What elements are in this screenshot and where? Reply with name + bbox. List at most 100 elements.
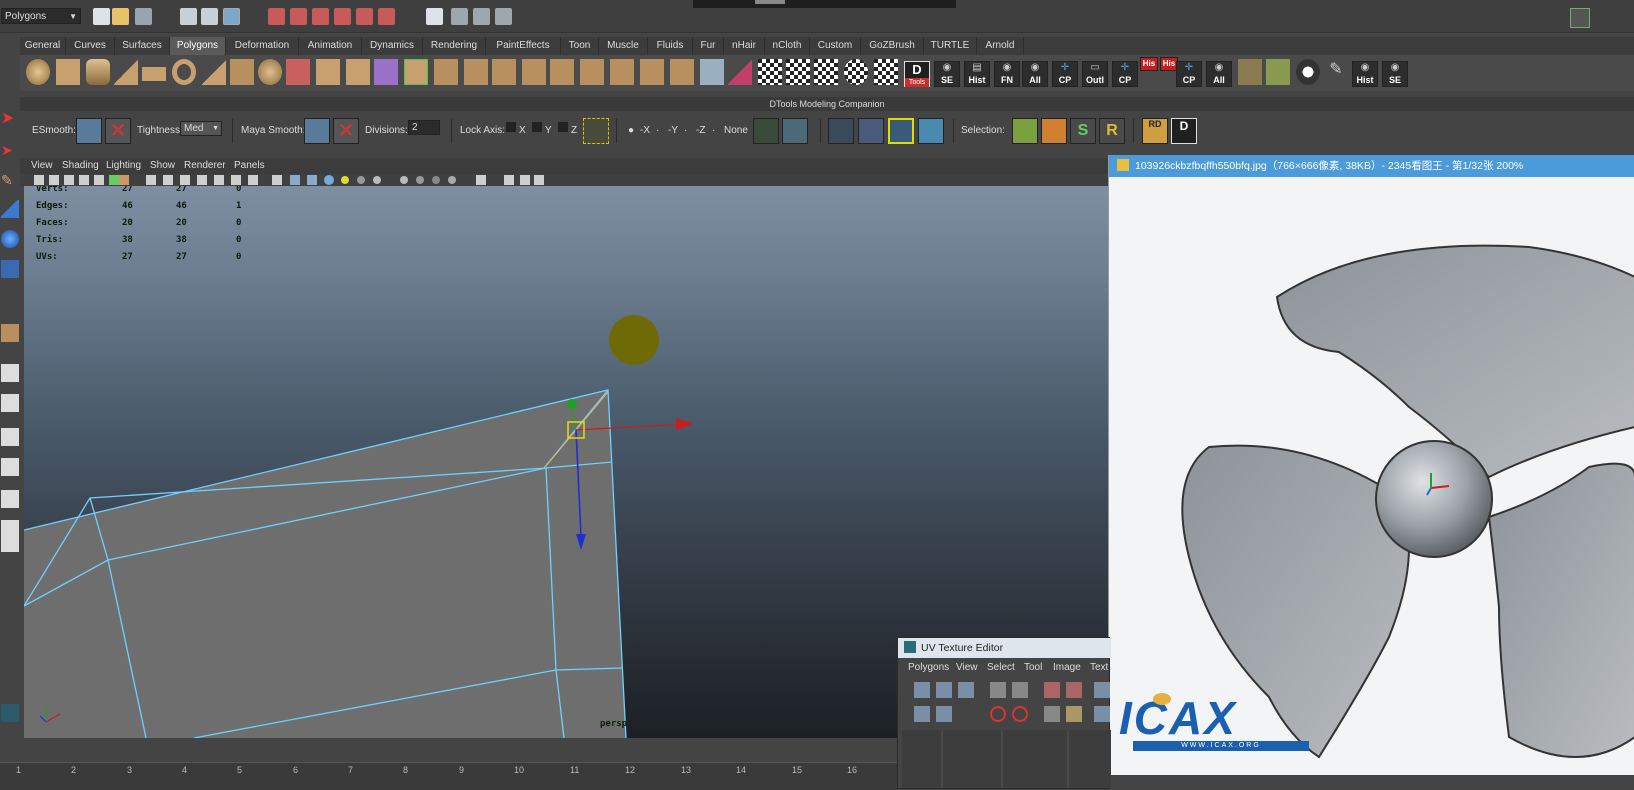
tab-curves[interactable]: Curves — [66, 37, 115, 55]
cp-button-3[interactable]: ✛ CP — [1176, 61, 1202, 87]
uv-checker-3-icon[interactable] — [814, 59, 838, 85]
layout-side-icon[interactable] — [1, 428, 19, 446]
uv-checker-4-icon[interactable] — [874, 59, 898, 85]
tab-arnold[interactable]: Arnold — [977, 37, 1024, 55]
extrude-icon[interactable] — [434, 59, 458, 85]
poly-helix-icon[interactable] — [286, 59, 310, 85]
none-label[interactable]: None — [724, 125, 748, 136]
vertex-select-icon[interactable] — [583, 118, 609, 144]
bridge-icon[interactable] — [404, 59, 428, 85]
time-slider[interactable]: 1 2 3 4 5 6 7 8 9 10 11 12 13 14 15 16 — [0, 762, 897, 790]
uv-toolbar[interactable] — [898, 678, 1111, 788]
select-hierarchy-icon[interactable] — [180, 8, 197, 25]
neg-z-label[interactable]: -Z — [696, 125, 705, 136]
menu-lighting[interactable]: Lighting — [106, 160, 141, 171]
hist-button-2[interactable]: ◉ Hist — [1352, 61, 1378, 87]
layout-outliner-icon[interactable] — [1, 490, 19, 508]
uv-menu-image[interactable]: Image — [1053, 662, 1081, 673]
esmooth-apply-icon[interactable] — [76, 118, 102, 144]
all-button[interactable]: ◉ All — [1022, 61, 1048, 87]
combine-icon[interactable] — [316, 59, 340, 85]
neg-x-label[interactable]: -X — [640, 125, 650, 136]
image-viewer-window[interactable]: 103926ckbzfbqffh550bfq.jpg（766×666像素, 38… — [1108, 155, 1634, 775]
grid-select-icon[interactable] — [753, 118, 779, 144]
se-button-2[interactable]: ◉ SE — [1382, 61, 1408, 87]
radio-dot-icon[interactable]: · — [712, 125, 715, 136]
tab-deformation[interactable]: Deformation — [226, 37, 299, 55]
uv-menu-text[interactable]: Text — [1090, 662, 1108, 673]
tab-muscle[interactable]: Muscle — [599, 37, 648, 55]
uv-sphere-checker-icon[interactable] — [844, 59, 868, 85]
snap-curve-icon[interactable] — [290, 8, 307, 25]
fn-button[interactable]: ◉ FN — [994, 61, 1020, 87]
poke-icon[interactable] — [580, 59, 604, 85]
uv-menu-view[interactable]: View — [956, 662, 978, 673]
separate-icon[interactable] — [346, 59, 370, 85]
extract-icon[interactable] — [640, 59, 664, 85]
hist-button[interactable]: ▤ Hist — [964, 61, 990, 87]
layout-single-icon[interactable] — [1, 364, 19, 382]
poly-cylinder-icon[interactable] — [86, 59, 110, 85]
uv-menu-polygons[interactable]: Polygons — [908, 662, 949, 673]
layout-icon[interactable] — [828, 118, 854, 144]
lock-y-checkbox[interactable] — [532, 122, 542, 132]
maya-smooth-remove-icon[interactable]: ✕ — [333, 118, 359, 144]
poly-soccer-ball-icon[interactable] — [258, 59, 282, 85]
fill-hole-icon[interactable] — [670, 59, 694, 85]
snap-grid-icon[interactable] — [268, 8, 285, 25]
radio-dot-icon[interactable]: · — [656, 125, 659, 136]
tab-dynamics[interactable]: Dynamics — [362, 37, 423, 55]
mode-selector[interactable]: Polygons ▼ — [1, 8, 81, 24]
select-orange-cube-icon[interactable] — [1041, 118, 1067, 144]
select-s-button[interactable]: S — [1070, 118, 1096, 144]
uv-editor-titlebar[interactable]: UV Texture Editor — [898, 638, 1111, 658]
render-frame-icon[interactable] — [451, 8, 468, 25]
maya-smooth-apply-icon[interactable] — [304, 118, 330, 144]
magnet-icon[interactable] — [378, 8, 395, 25]
measure-icon[interactable] — [1238, 59, 1262, 85]
tightness-select[interactable]: Med ▼ — [180, 121, 222, 136]
tab-polygons[interactable]: Polygons — [170, 37, 226, 55]
tab-gozbrush[interactable]: GoZBrush — [861, 37, 924, 55]
layout-four-icon[interactable] — [1, 394, 19, 412]
poly-pipe-icon[interactable] — [230, 59, 254, 85]
plane-icon[interactable] — [918, 118, 944, 144]
uv-checker-2-icon[interactable] — [786, 59, 810, 85]
poly-plane-icon[interactable] — [142, 67, 166, 81]
viewport-toolbar-icons[interactable] — [20, 174, 580, 186]
poly-torus-icon[interactable] — [172, 59, 196, 85]
tab-fur[interactable]: Fur — [693, 37, 724, 55]
split-edge-icon[interactable] — [464, 59, 488, 85]
snap-live-icon[interactable] — [356, 8, 373, 25]
save-scene-icon[interactable] — [135, 8, 152, 25]
tab-turtle[interactable]: TURTLE — [924, 37, 977, 55]
se-button[interactable]: ◉ SE — [934, 61, 960, 87]
select-tool-icon[interactable]: ➤ — [1, 108, 19, 127]
menu-show[interactable]: Show — [150, 160, 175, 171]
last-tool-icon[interactable] — [1, 324, 19, 342]
bevel-icon[interactable] — [522, 59, 546, 85]
select-green-cube-icon[interactable] — [1012, 118, 1038, 144]
paint-tool-icon[interactable]: ✎ — [1, 172, 19, 190]
neg-y-label[interactable]: -Y — [668, 125, 678, 136]
tab-toon[interactable]: Toon — [561, 37, 599, 55]
mirror-icon[interactable] — [728, 59, 752, 85]
lock-z-checkbox[interactable] — [558, 122, 568, 132]
tab-surfaces[interactable]: Surfaces — [115, 37, 170, 55]
lasso-tool-icon[interactable]: ➤ — [1, 142, 19, 160]
layout-stack-icon[interactable] — [1, 458, 19, 476]
transform-icon[interactable] — [782, 118, 808, 144]
rotate-tool-icon[interactable] — [1, 230, 19, 248]
render-settings-icon[interactable] — [495, 8, 512, 25]
tab-fluids[interactable]: Fluids — [648, 37, 693, 55]
tab-general[interactable]: General — [20, 37, 66, 55]
snap-point-icon[interactable] — [312, 8, 329, 25]
scale-tool-icon[interactable] — [1, 260, 19, 278]
ipr-render-icon[interactable] — [473, 8, 490, 25]
dtools-button[interactable]: D Tools — [904, 61, 930, 87]
snap-view-plane-icon[interactable] — [334, 8, 351, 25]
distance-icon[interactable] — [1266, 59, 1290, 85]
new-scene-icon[interactable] — [93, 8, 110, 25]
esmooth-remove-icon[interactable]: ✕ — [105, 118, 131, 144]
duplicate-face-icon[interactable] — [610, 59, 634, 85]
